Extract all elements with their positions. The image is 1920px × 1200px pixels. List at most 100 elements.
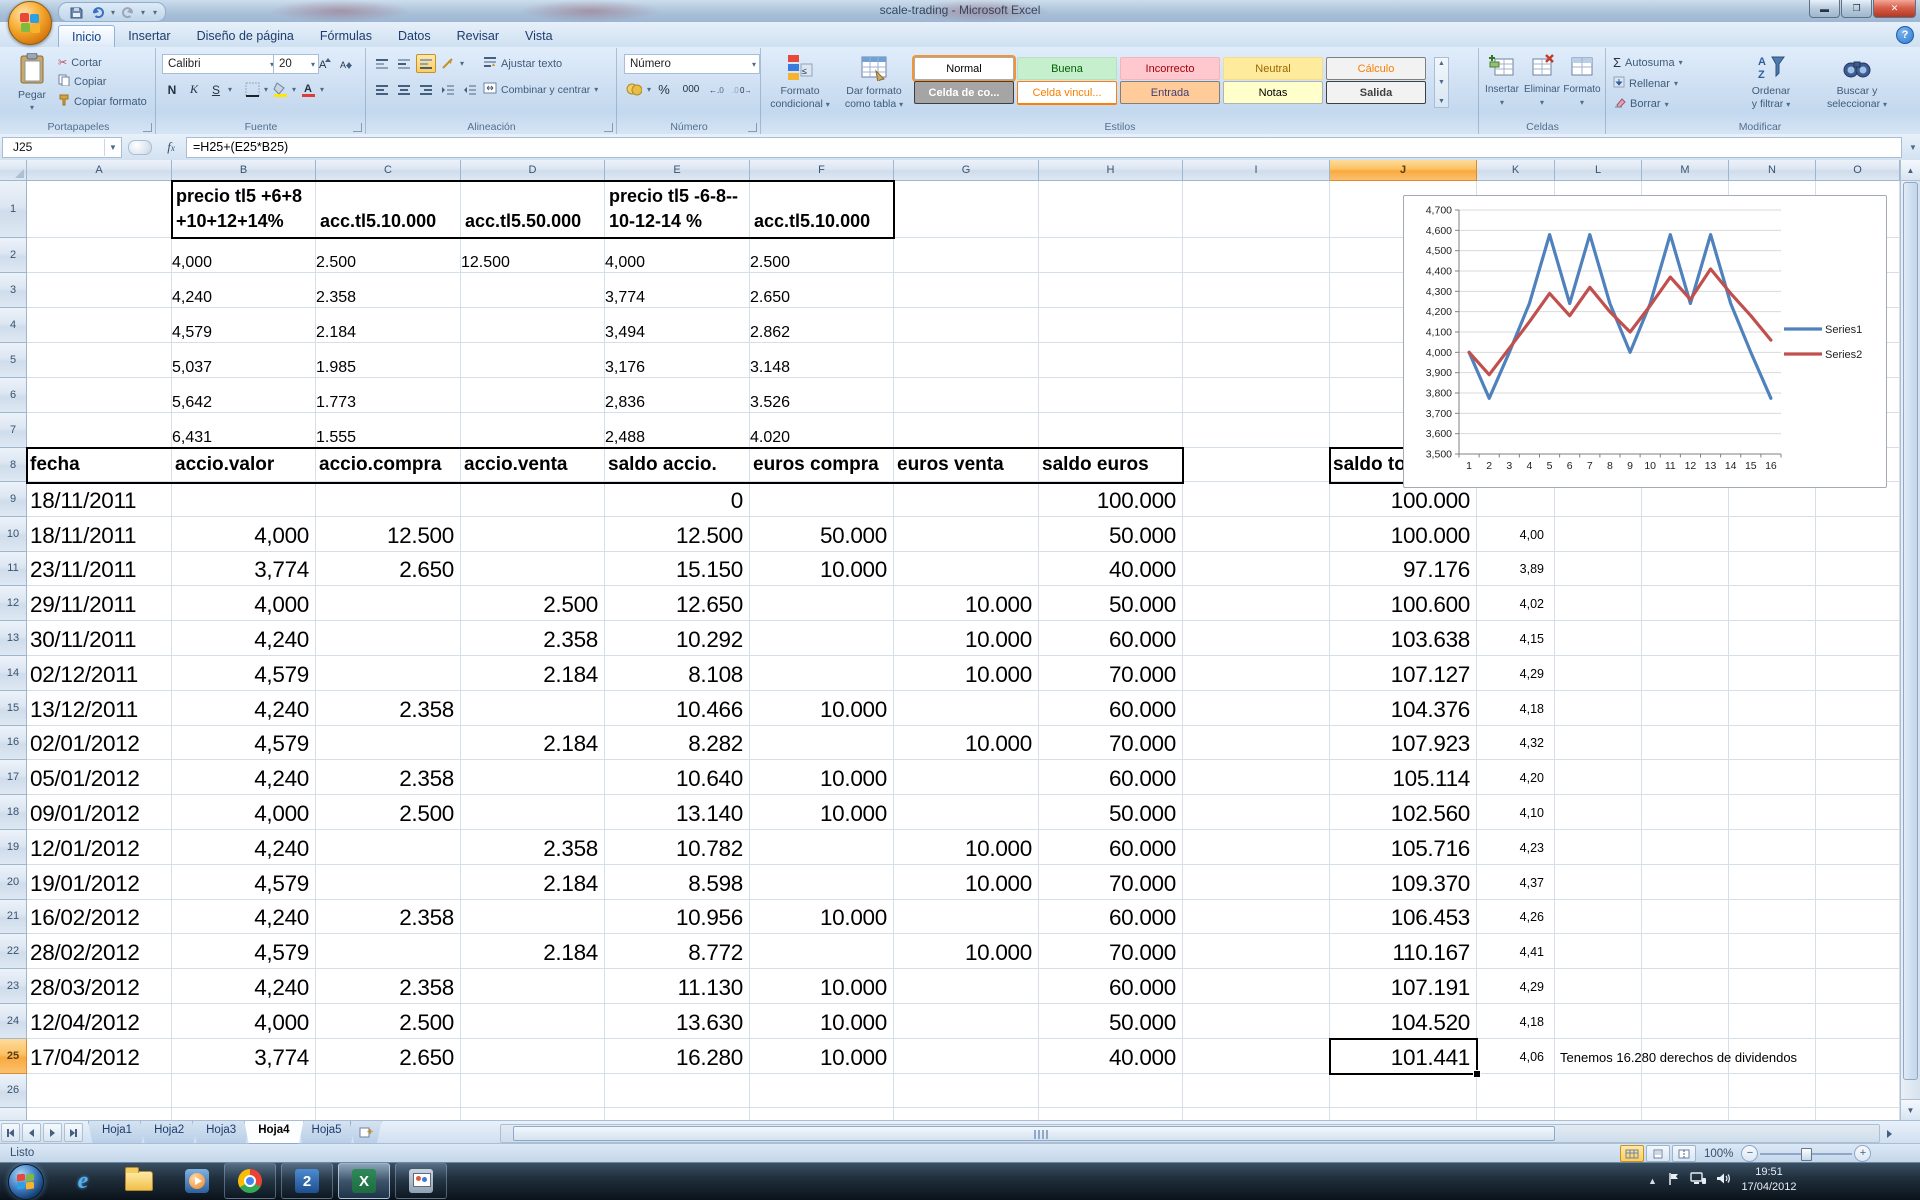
cell-A19[interactable]: 12/01/2012 (27, 830, 172, 865)
cell-M21[interactable] (1642, 900, 1729, 935)
namebox-splitter[interactable] (128, 140, 152, 155)
cell-E3[interactable]: 3,774 (605, 273, 750, 308)
cell-G9[interactable] (894, 482, 1039, 517)
cell-G17[interactable] (894, 760, 1039, 795)
cell-B15[interactable]: 4,240 (172, 691, 316, 726)
cell-L19[interactable] (1555, 830, 1642, 865)
sheet-tab-hoja5[interactable]: Hoja5 (298, 1121, 356, 1144)
cell-J18[interactable]: 102.560 (1330, 795, 1477, 830)
cell-L11[interactable] (1555, 552, 1642, 587)
cell-K25[interactable]: 4,06 (1477, 1039, 1555, 1074)
cell-H24[interactable]: 50.000 (1039, 1004, 1183, 1039)
cell-E15[interactable]: 10.466 (605, 691, 750, 726)
cell-A15[interactable]: 13/12/2011 (27, 691, 172, 726)
tab-insertar[interactable]: Insertar (115, 25, 183, 47)
cell-F24[interactable]: 10.000 (750, 1004, 894, 1039)
minimize-button[interactable]: ▬ (1809, 0, 1840, 18)
cell-L21[interactable] (1555, 900, 1642, 935)
cell-C5[interactable]: 1.985 (316, 343, 461, 378)
cell-B14[interactable]: 4,579 (172, 656, 316, 691)
cell-C9[interactable] (316, 482, 461, 517)
cell-M27[interactable] (1642, 1108, 1729, 1120)
cell-L23[interactable] (1555, 969, 1642, 1004)
style-chip-notas[interactable]: Notas (1223, 81, 1323, 104)
style-chip-celda-de-co-[interactable]: Celda de co... (914, 81, 1014, 104)
find-select-button[interactable]: Buscar y seleccionar ▾ (1817, 53, 1897, 111)
cell-C2[interactable]: 2.500 (316, 238, 461, 273)
gallery-up-icon[interactable]: ▲ (1438, 60, 1445, 67)
cell-I26[interactable] (1183, 1074, 1330, 1109)
cell-C27[interactable] (316, 1108, 461, 1120)
underline-button[interactable]: S (206, 80, 226, 99)
cell-O14[interactable] (1816, 656, 1900, 691)
style-chip-neutral[interactable]: Neutral (1223, 57, 1323, 80)
cell-E19[interactable]: 10.782 (605, 830, 750, 865)
cell-A18[interactable]: 09/01/2012 (27, 795, 172, 830)
cell-D2[interactable]: 12.500 (461, 238, 605, 273)
conditional-formatting-button[interactable]: ≤ Formato condicional ▾ (766, 53, 834, 111)
insert-worksheet-tab[interactable] (350, 1121, 382, 1144)
horizontal-scrollbar[interactable] (500, 1124, 1880, 1143)
cell-H9[interactable]: 100.000 (1039, 482, 1183, 517)
sheet-tab-hoja4[interactable]: Hoja4 (244, 1121, 303, 1144)
font-size-select[interactable]: 20▾ (273, 54, 319, 74)
cell-C26[interactable] (316, 1074, 461, 1109)
cell-F2[interactable]: 2.500 (750, 238, 894, 273)
cell-N27[interactable] (1729, 1108, 1816, 1120)
cell-B23[interactable]: 4,240 (172, 969, 316, 1004)
cell-F10[interactable]: 50.000 (750, 517, 894, 552)
cell-N19[interactable] (1729, 830, 1816, 865)
cell-F11[interactable]: 10.000 (750, 552, 894, 587)
cell-I18[interactable] (1183, 795, 1330, 830)
col-header-B[interactable]: B (172, 160, 316, 181)
col-header-O[interactable]: O (1816, 160, 1900, 181)
cell-L17[interactable] (1555, 760, 1642, 795)
style-chip-entrada[interactable]: Entrada (1120, 81, 1220, 104)
cell-J13[interactable]: 103.638 (1330, 621, 1477, 656)
cell-L12[interactable] (1555, 586, 1642, 621)
cell-E22[interactable]: 8.772 (605, 934, 750, 969)
tray-expand-icon[interactable]: ▲ (1648, 1176, 1657, 1186)
row-header-16[interactable]: 16 (0, 726, 27, 761)
col-header-L[interactable]: L (1555, 160, 1642, 181)
cell-C25[interactable]: 2.650 (316, 1039, 461, 1074)
cell-G18[interactable] (894, 795, 1039, 830)
cut-button[interactable]: ✂ Cortar (58, 56, 147, 69)
cell-M23[interactable] (1642, 969, 1729, 1004)
cell-L10[interactable] (1555, 517, 1642, 552)
tab-vista[interactable]: Vista (512, 25, 566, 47)
cell-N24[interactable] (1729, 1004, 1816, 1039)
format-painter-button[interactable]: Copiar formato (58, 94, 147, 109)
cell-H6[interactable] (1039, 378, 1183, 413)
start-button[interactable] (8, 1164, 44, 1200)
cell-H20[interactable]: 70.000 (1039, 865, 1183, 900)
cell-D19[interactable]: 2.358 (461, 830, 605, 865)
format-as-table-button[interactable]: Dar formato como tabla ▾ (840, 53, 908, 111)
cell-E12[interactable]: 12.650 (605, 586, 750, 621)
cell-K12[interactable]: 4,02 (1477, 586, 1555, 621)
cell-F12[interactable] (750, 586, 894, 621)
cell-G15[interactable] (894, 691, 1039, 726)
row-header-12[interactable]: 12 (0, 586, 27, 621)
taskbar-excel-icon[interactable]: X (338, 1163, 390, 1199)
cell-C14[interactable] (316, 656, 461, 691)
cell-C19[interactable] (316, 830, 461, 865)
row-header-25[interactable]: 25 (0, 1039, 27, 1074)
cell-F4[interactable]: 2.862 (750, 308, 894, 343)
cell-D10[interactable] (461, 517, 605, 552)
cell-C13[interactable] (316, 621, 461, 656)
row-header-19[interactable]: 19 (0, 830, 27, 865)
row-header-2[interactable]: 2 (0, 238, 27, 273)
cell-J26[interactable] (1330, 1074, 1477, 1109)
cell-B16[interactable]: 4,579 (172, 726, 316, 761)
cell-O25[interactable] (1816, 1039, 1900, 1074)
cell-D5[interactable] (461, 343, 605, 378)
cell-A4[interactable] (27, 308, 172, 343)
cell-O13[interactable] (1816, 621, 1900, 656)
cell-A5[interactable] (27, 343, 172, 378)
col-header-E[interactable]: E (605, 160, 750, 181)
col-header-J[interactable]: J (1330, 160, 1477, 181)
undo-dropdown-icon[interactable]: ▾ (111, 8, 115, 17)
decrease-indent-icon[interactable] (438, 80, 458, 99)
style-chip-c-lculo[interactable]: Cálculo (1326, 57, 1426, 80)
